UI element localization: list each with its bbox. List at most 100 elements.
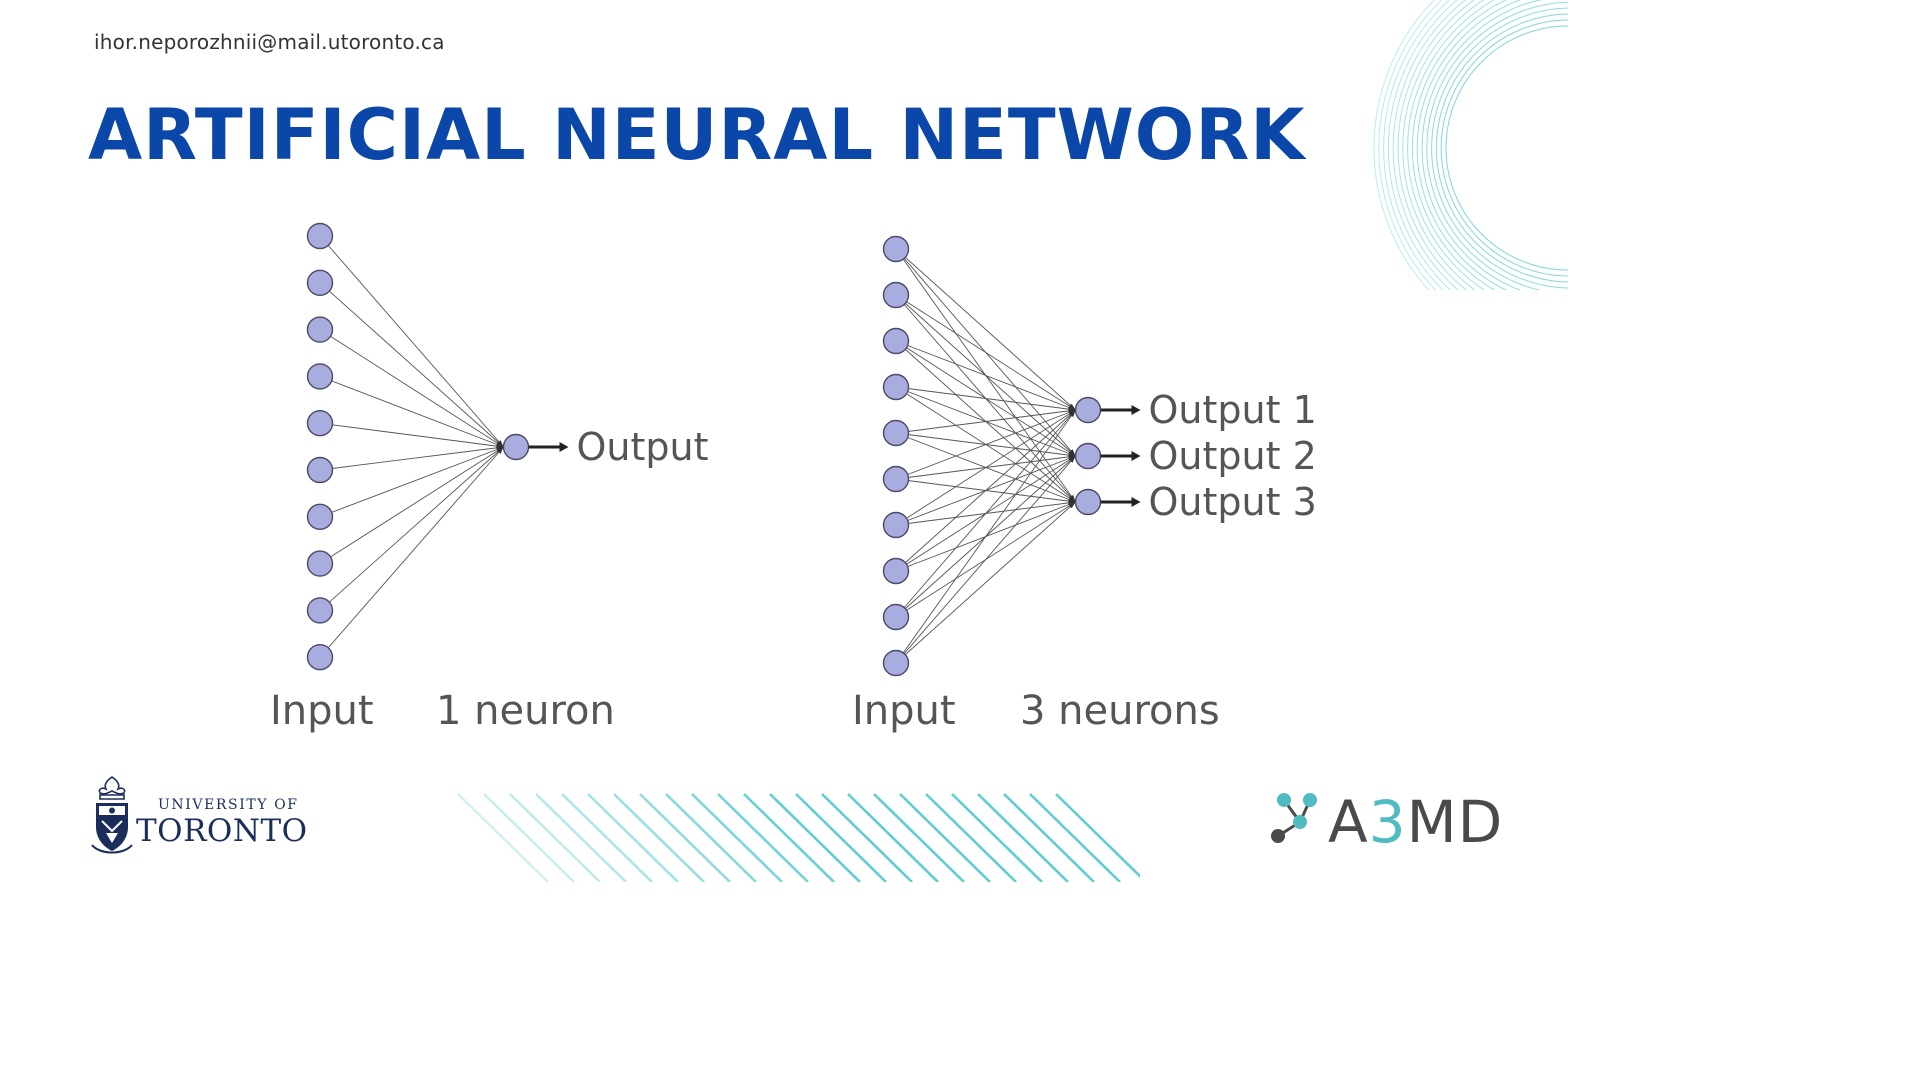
output-neuron	[1074, 488, 1102, 516]
input-node	[882, 235, 910, 263]
molecule-icon	[1271, 793, 1317, 843]
decorative-arc	[1397, 0, 1475, 290]
output-label: Output 1	[1149, 388, 1317, 432]
three-neuron-network-diagram: Output 1Output 2Output 3	[882, 235, 1317, 677]
decorative-stripe	[847, 793, 939, 882]
connection-edge	[895, 409, 1076, 434]
decorative-stripe	[1055, 793, 1140, 878]
output-neuron	[502, 433, 530, 461]
connection-edge	[319, 446, 504, 658]
connection-edge	[895, 455, 1076, 664]
decorative-stripe	[613, 793, 705, 882]
connection-edge	[319, 375, 504, 448]
decorative-stripe	[769, 793, 861, 882]
connection-edge	[895, 501, 1076, 664]
input-node	[306, 503, 334, 530]
decorative-stripe	[795, 793, 887, 882]
connection-edge	[319, 446, 504, 471]
right-network-output-labels: Output 1Output 2Output 3	[1149, 388, 1317, 524]
decorative-arc	[1445, 25, 1568, 271]
connection-edge	[895, 386, 1076, 411]
a3md-wordmark: A3MD	[1328, 790, 1503, 854]
input-node	[882, 465, 910, 493]
decorative-stripe	[457, 793, 549, 882]
input-node	[882, 511, 910, 539]
input-node	[306, 644, 334, 671]
decorative-stripe	[717, 793, 809, 882]
uoft-university-of-text: UNIVERSITY OF	[158, 797, 299, 813]
right-layer-label: 3 neurons	[1020, 688, 1220, 734]
decorative-stripe	[483, 793, 575, 882]
decorative-stripe	[639, 793, 731, 882]
input-node	[306, 269, 334, 297]
decorative-stripe	[1029, 793, 1121, 882]
left-network-output-neuron	[502, 433, 530, 461]
decorative-stripe	[925, 793, 1017, 882]
connection-edge	[895, 409, 1076, 526]
left-layer-label: 1 neuron	[436, 688, 615, 734]
connection-edge	[319, 446, 504, 611]
decorative-arc	[1416, 0, 1522, 290]
right-network-output-arrows	[1100, 405, 1141, 507]
decorative-stripe	[535, 793, 627, 882]
left-network-output-labels: Output	[577, 425, 709, 469]
output-neuron	[1074, 396, 1102, 424]
a3md-logo: A3MD	[1270, 790, 1503, 860]
decorative-stripe	[587, 793, 679, 882]
decorative-stripe	[951, 793, 1043, 882]
decorative-stripe	[977, 793, 1069, 882]
connection-edge	[895, 409, 1076, 480]
connection-edge	[319, 422, 504, 448]
input-node	[882, 373, 910, 401]
output-label: Output	[577, 425, 709, 469]
decorative-stripe	[821, 793, 913, 882]
connection-edge	[319, 235, 504, 448]
university-of-toronto-logo: UNIVERSITY OF TORONTO	[90, 775, 330, 857]
decorative-arc	[1435, 13, 1568, 283]
input-node	[306, 456, 334, 484]
output-label: Output 2	[1149, 434, 1317, 478]
output-label: Output 3	[1149, 480, 1317, 524]
output-arrowhead	[1131, 451, 1141, 461]
decorative-stripe	[509, 793, 601, 882]
left-input-label: Input	[270, 688, 374, 734]
connection-edge	[895, 409, 1076, 572]
right-input-label: Input	[852, 688, 956, 734]
a3md-prefix: A	[1328, 788, 1369, 856]
decorative-arc	[1431, 7, 1568, 289]
slide-title: ARTIFICIAL NEURAL NETWORK	[88, 94, 1306, 176]
left-network-input-nodes	[306, 222, 334, 671]
decorative-stripe	[743, 793, 835, 882]
decorative-stripe	[1003, 793, 1095, 882]
left-network-edges	[319, 235, 504, 658]
decorative-arc	[1402, 0, 1485, 290]
right-network-edges	[895, 248, 1076, 664]
a3md-suffix: MD	[1406, 788, 1504, 856]
uoft-crest-icon	[91, 776, 133, 854]
single-neuron-network-diagram: Output	[306, 222, 709, 671]
connection-edge	[895, 340, 1076, 411]
input-node	[882, 281, 910, 309]
input-node	[306, 409, 334, 437]
input-node	[882, 327, 910, 355]
connection-edge	[895, 294, 1076, 411]
slide: ihor.neporozhnii@mail.utoronto.ca ARTIFI…	[0, 0, 1568, 882]
output-neuron	[1074, 442, 1102, 470]
connection-edge	[319, 446, 504, 564]
connection-edge	[319, 446, 504, 518]
left-network-output-arrows	[528, 442, 569, 452]
right-network-output-neurons	[1074, 396, 1102, 516]
connection-edge	[895, 248, 1076, 411]
input-node	[882, 419, 910, 447]
decorative-stripe	[561, 793, 653, 882]
right-network-input-nodes	[882, 235, 910, 677]
decorative-stripe	[665, 793, 757, 882]
decorative-arc	[1411, 0, 1508, 290]
input-node	[306, 363, 334, 390]
decorative-arc	[1440, 19, 1568, 277]
decorative-stripe	[899, 793, 991, 882]
connection-edge	[895, 409, 1076, 664]
input-node	[306, 550, 334, 577]
decorative-diagonal-stripes	[457, 793, 1140, 882]
input-node	[882, 557, 910, 585]
